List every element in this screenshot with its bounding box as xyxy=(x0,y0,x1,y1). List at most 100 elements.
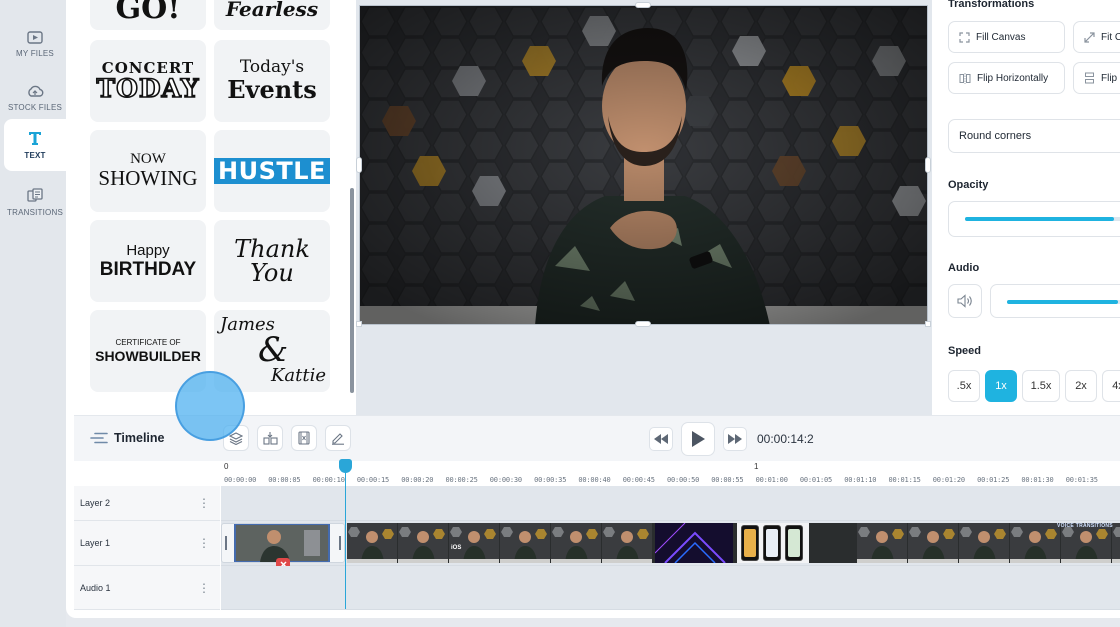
text-template-go[interactable]: GO! xyxy=(90,0,206,30)
rewind-button[interactable] xyxy=(649,427,673,451)
text-template-concert-today[interactable]: CONCERT TODAY xyxy=(90,40,206,122)
clip-frame xyxy=(347,523,397,563)
track-lane-layer-2[interactable] xyxy=(221,486,1120,521)
delete-clip-button[interactable] xyxy=(291,425,317,451)
video-preview[interactable] xyxy=(359,5,928,325)
audio-slider-box xyxy=(990,284,1120,318)
track-label-layer-1[interactable]: Layer 1 ⋮ xyxy=(74,521,220,566)
flip-vertical-icon xyxy=(1085,72,1094,84)
resize-handle-bottom[interactable] xyxy=(635,321,651,327)
phones-clip xyxy=(737,523,809,563)
text-template-now-showing[interactable]: NOW SHOWING xyxy=(90,130,206,212)
track-name: Audio 1 xyxy=(80,582,111,593)
preview-area xyxy=(356,0,932,415)
clip-frame xyxy=(602,523,652,563)
template-text: CERTIFICATE OF xyxy=(115,338,181,347)
opacity-slider[interactable] xyxy=(965,217,1120,221)
split-icon xyxy=(262,431,278,445)
mute-toggle-button[interactable] xyxy=(948,284,982,318)
nav-transitions[interactable]: TRANSITIONS xyxy=(4,176,66,228)
ruler-tick-label: 00:01:05 xyxy=(799,476,833,484)
ruler-tick-label: 00:00:05 xyxy=(268,476,301,484)
resize-handle-top[interactable] xyxy=(635,2,651,8)
fit-canvas-button[interactable]: Fit C xyxy=(1073,21,1120,53)
speed-label: 1.5x xyxy=(1030,380,1052,392)
round-corners-control[interactable]: Round corners xyxy=(948,119,1120,153)
audio-heading: Audio xyxy=(948,262,980,274)
timeline-title: Timeline xyxy=(114,431,165,445)
ruler-tick-label: 00:00:50 xyxy=(667,476,700,484)
fast-forward-icon xyxy=(728,434,742,444)
track-lane-layer-1[interactable]: VOICE TRANSITIONS iOS xyxy=(221,521,1120,571)
timeline-icon xyxy=(90,432,108,444)
track-label-audio-1[interactable]: Audio 1 ⋮ xyxy=(74,566,220,610)
phone-thumb xyxy=(763,525,781,561)
selected-clip[interactable] xyxy=(221,523,345,571)
trim-handle-right[interactable] xyxy=(339,536,341,550)
ruler-tick-label: 00:00:20 xyxy=(401,476,434,484)
nav-my-files[interactable]: MY FILES xyxy=(4,18,66,70)
text-template-fearless[interactable]: Fearless xyxy=(214,0,330,30)
template-text: HUSTLE xyxy=(214,158,330,184)
video-clip-strip[interactable]: VOICE TRANSITIONS iOS xyxy=(347,523,1120,563)
text-template-happy-birthday[interactable]: Happy BIRTHDAY xyxy=(90,220,206,302)
speed-button-1x[interactable]: 1x xyxy=(985,370,1017,402)
phone-thumb xyxy=(741,525,759,561)
clip-frame xyxy=(449,523,499,563)
speed-button-1-5x[interactable]: 1.5x xyxy=(1022,370,1060,402)
template-text: You xyxy=(250,259,294,287)
trim-handle-left[interactable] xyxy=(225,536,227,550)
nav-transitions-label: TRANSITIONS xyxy=(7,207,63,217)
round-corners-label: Round corners xyxy=(959,130,1032,142)
ruler-tick-label: 00:00:00 xyxy=(224,476,257,484)
speed-button-2x[interactable]: 2x xyxy=(1065,370,1097,402)
ruler-tick-label: 00:00:30 xyxy=(489,476,522,484)
resize-handle-left[interactable] xyxy=(356,157,362,173)
audio-volume-slider[interactable] xyxy=(1007,300,1120,304)
flip-vertically-button[interactable]: Flip xyxy=(1073,62,1120,94)
fill-canvas-icon xyxy=(959,31,970,43)
clip-frame xyxy=(500,523,550,563)
transition-clip xyxy=(655,523,733,563)
resize-handle-corner-br[interactable] xyxy=(925,321,931,327)
flip-horizontally-button[interactable]: Flip Horizontally xyxy=(948,62,1065,94)
flip-horizontally-label: Flip Horizontally xyxy=(977,72,1049,84)
template-text: Events xyxy=(227,75,317,105)
ruler-tick-label: 00:00:15 xyxy=(356,476,390,484)
nav-stock-files[interactable]: STOCK FILES xyxy=(4,72,66,124)
nav-text-label: TEXT xyxy=(24,151,46,160)
template-text: & xyxy=(258,330,289,370)
text-template-thank-you[interactable]: Thank You xyxy=(214,220,330,302)
text-template-todays-events[interactable]: Today's Events xyxy=(214,40,330,122)
nav-text[interactable]: TEXT xyxy=(4,119,66,171)
template-text: SHOWING xyxy=(98,166,198,191)
text-template-hustle[interactable]: HUSTLE xyxy=(214,130,330,212)
play-button[interactable] xyxy=(681,422,715,456)
ruler-tick-label: 00:00:10 xyxy=(312,476,345,484)
playhead-handle[interactable] xyxy=(339,459,352,473)
speed-button-0-5x[interactable]: .5x xyxy=(948,370,980,402)
fast-forward-button[interactable] xyxy=(723,427,747,451)
track-menu-icon[interactable]: ⋮ xyxy=(198,537,210,549)
track-menu-icon[interactable]: ⋮ xyxy=(198,582,210,594)
cloud-icon xyxy=(28,85,44,97)
split-clip-button[interactable] xyxy=(257,425,283,451)
track-name: Layer 1 xyxy=(80,538,111,548)
film-delete-icon xyxy=(298,431,310,445)
track-label-layer-2[interactable]: Layer 2 ⋮ xyxy=(74,486,220,521)
speed-button-4x[interactable]: 4x xyxy=(1102,370,1120,402)
edit-clip-button[interactable] xyxy=(325,425,351,451)
timeline-ruler[interactable]: 0 1 00:00:00 00:00:05 00:00:10 00:00:15 00:0… xyxy=(74,461,1120,486)
ruler-tick-label: 00:00:35 xyxy=(534,476,567,484)
template-text: Fearless xyxy=(225,0,319,21)
opacity-slider-box xyxy=(948,201,1120,237)
fill-canvas-button[interactable]: Fill Canvas xyxy=(948,21,1065,53)
track-menu-icon[interactable]: ⋮ xyxy=(198,497,210,509)
left-navigation: MY FILES STOCK FILES TEXT TRANSITIONS xyxy=(0,0,66,627)
track-lane-audio-1[interactable] xyxy=(221,566,1120,610)
resize-handle-right[interactable] xyxy=(925,157,931,173)
templates-scrollbar[interactable] xyxy=(350,188,354,393)
fit-canvas-label: Fit C xyxy=(1101,31,1120,43)
opacity-heading: Opacity xyxy=(948,179,989,191)
resize-handle-corner-bl[interactable] xyxy=(356,321,362,327)
